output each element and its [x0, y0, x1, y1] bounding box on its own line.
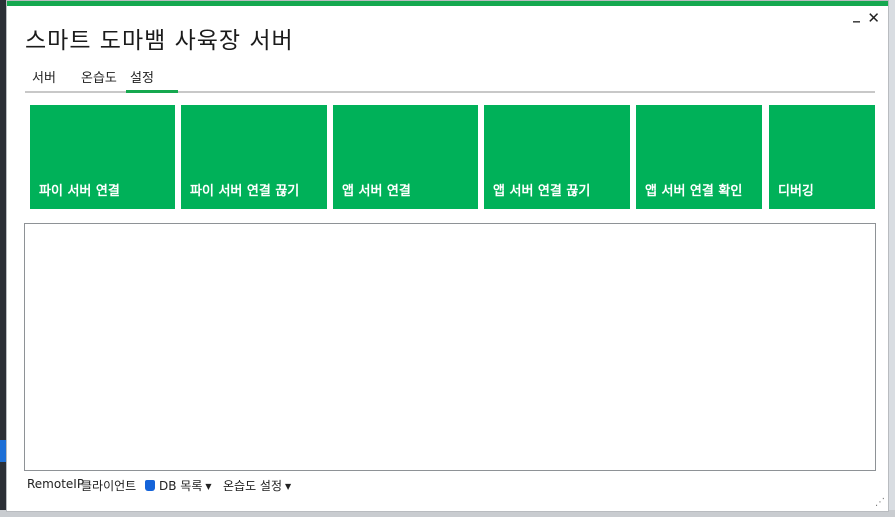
log-textbox[interactable]	[24, 223, 876, 471]
resize-grip-icon[interactable]: ⋰	[875, 497, 885, 508]
app-title: 스마트 도마뱀 사육장 서버	[25, 28, 294, 54]
tab-active-indicator	[126, 90, 178, 93]
tab-humidity[interactable]: 온습도	[81, 67, 117, 86]
window-accent-bar	[7, 1, 888, 6]
close-button[interactable]: ✕	[867, 9, 880, 27]
action-tiles: 파이 서버 연결 파이 서버 연결 끊기 앱 서버 연결 앱 서버 연결 끊기 …	[30, 105, 882, 209]
tile-label: 앱 서버 연결 확인	[645, 184, 743, 199]
remote-ip-label: RemoteIP	[27, 477, 85, 491]
status-bar: RemoteIP 클라이언트 DB 목록 ▼ 온습도 설정 ▼	[27, 477, 887, 495]
tile-label: 앱 서버 연결 끊기	[493, 184, 591, 199]
pi-server-connect-button[interactable]: 파이 서버 연결	[30, 105, 175, 209]
tile-label: 파이 서버 연결 끊기	[190, 184, 300, 199]
debug-button[interactable]: 디버깅	[769, 105, 875, 209]
caret-down-icon: ▼	[205, 482, 212, 491]
db-list-dropdown[interactable]: DB 목록 ▼	[145, 477, 212, 494]
tile-label: 파이 서버 연결	[39, 184, 120, 199]
humidity-settings-dropdown[interactable]: 온습도 설정 ▼	[223, 477, 291, 494]
db-list-label: DB 목록	[159, 479, 203, 493]
app-server-disconnect-button[interactable]: 앱 서버 연결 끊기	[484, 105, 630, 209]
app-window: _ ✕ 스마트 도마뱀 사육장 서버 서버 온습도 설정 파이 서버 연결 파이…	[6, 0, 889, 512]
humidity-settings-label: 온습도 설정	[223, 479, 283, 493]
tab-server[interactable]: 서버	[32, 67, 56, 86]
tab-bar: 서버 온습도 설정	[25, 67, 875, 93]
app-server-connect-button[interactable]: 앱 서버 연결	[333, 105, 478, 209]
database-icon	[145, 480, 155, 491]
client-label: 클라이언트	[81, 479, 137, 493]
tab-settings[interactable]: 설정	[130, 67, 154, 86]
minimize-button[interactable]: _	[853, 7, 860, 23]
pi-server-disconnect-button[interactable]: 파이 서버 연결 끊기	[181, 105, 327, 209]
tile-label: 디버깅	[778, 184, 814, 199]
tile-label: 앱 서버 연결	[342, 184, 411, 199]
app-server-check-button[interactable]: 앱 서버 연결 확인	[636, 105, 762, 209]
caret-down-icon: ▼	[285, 482, 292, 491]
